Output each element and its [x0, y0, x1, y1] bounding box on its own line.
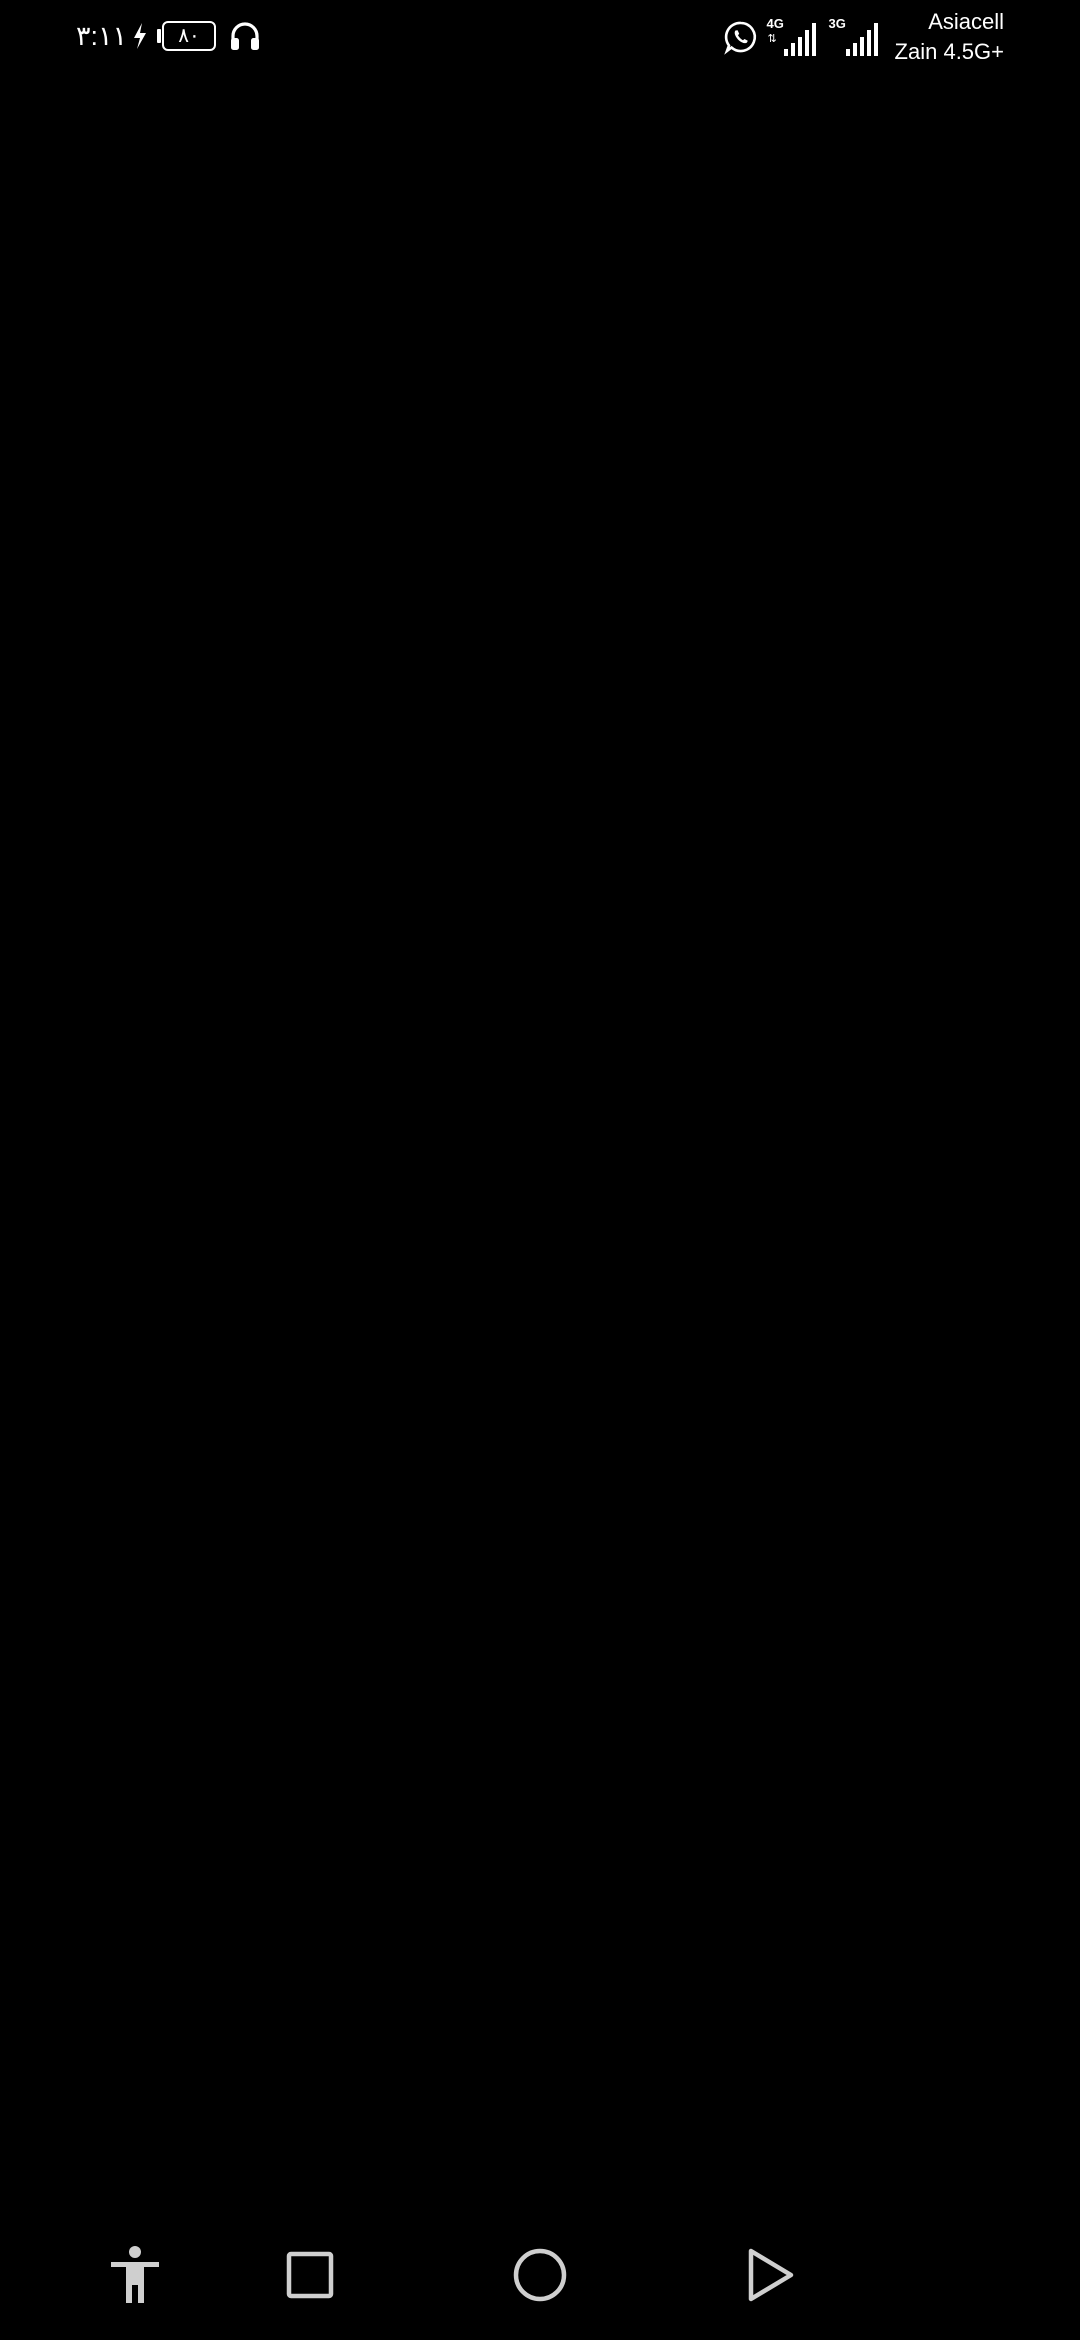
clock: ٣:١١ — [76, 20, 128, 51]
charging-icon — [134, 23, 147, 49]
signal-4g: 4G ⇅ — [767, 17, 819, 57]
home-button[interactable] — [505, 2240, 575, 2310]
accessibility-button[interactable] — [100, 2240, 170, 2310]
recents-button[interactable] — [275, 2240, 345, 2310]
accessibility-icon — [111, 2246, 159, 2303]
status-right: 4G ⇅ 3G Asiacell Zain 4.5G+ — [723, 6, 1004, 68]
signal-3g: 3G — [829, 17, 881, 57]
back-icon — [748, 2248, 794, 2302]
carrier-secondary: Zain 4.5G+ — [894, 39, 1004, 64]
recents-icon — [286, 2251, 334, 2299]
whatsapp-icon — [723, 21, 756, 55]
navigation-bar — [0, 2200, 1080, 2340]
signal-4g-icon — [783, 23, 816, 56]
data-activity-icon: ⇅ — [767, 33, 777, 45]
battery-level: ٨٠ — [178, 25, 200, 47]
battery-body: ٨٠ — [162, 21, 217, 51]
status-bar: ٣:١١ ٨٠ 4G ⇅ 3G Asiacell Zain 4.5G+ — [0, 0, 1080, 72]
screen: ٣:١١ ٨٠ 4G ⇅ 3G Asiacell Zain 4.5G+ — [0, 0, 1080, 2340]
carrier-primary: Asiacell — [928, 9, 1004, 34]
headphones-icon — [231, 22, 260, 50]
battery-icon: ٨٠ — [157, 21, 217, 51]
carrier-names: Asiacell Zain 4.5G+ — [895, 7, 1004, 67]
battery-nub — [157, 29, 162, 43]
app-content — [0, 72, 1080, 2200]
home-icon — [513, 2248, 567, 2302]
back-button[interactable] — [735, 2240, 805, 2310]
status-left: ٣:١١ ٨٠ — [76, 14, 262, 58]
network-type-3g: 3G — [828, 16, 846, 31]
signal-3g-icon — [845, 23, 878, 56]
network-type-4g: 4G — [766, 16, 784, 31]
